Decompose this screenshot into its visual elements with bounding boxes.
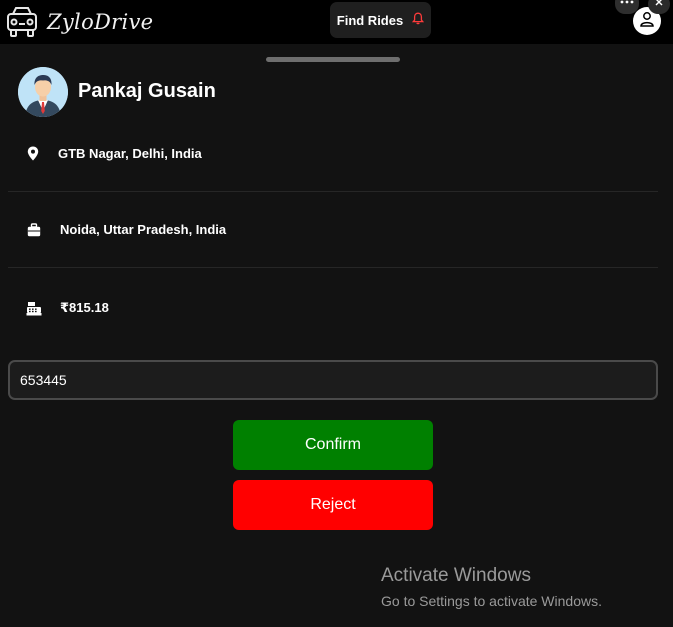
close-icon xyxy=(655,0,663,11)
drop-row: Noida, Uttar Pradesh, India xyxy=(8,192,658,268)
find-rides-button[interactable]: Find Rides xyxy=(330,2,431,38)
watermark-title: Activate Windows xyxy=(381,565,531,586)
car-front-icon xyxy=(5,5,39,39)
rider-name: Pankaj Gusain xyxy=(78,80,216,102)
fare-row: ₹815.18 xyxy=(8,270,658,346)
top-navbar: ZyloDrive Find Rides xyxy=(0,0,673,44)
user-icon xyxy=(639,11,655,32)
location-pin-icon xyxy=(8,146,58,161)
briefcase-icon xyxy=(8,222,60,237)
rider-avatar xyxy=(18,67,68,117)
close-button[interactable] xyxy=(648,0,670,14)
activate-windows-watermark: Activate Windows Go to Settings to activ… xyxy=(381,565,602,609)
cash-register-icon xyxy=(8,301,60,316)
find-rides-label: Find Rides xyxy=(336,12,404,28)
fare-amount: ₹815.18 xyxy=(60,300,109,315)
bell-icon xyxy=(412,12,425,28)
otp-input[interactable] xyxy=(8,360,658,400)
watermark-subtitle: Go to Settings to activate Windows. xyxy=(381,593,602,609)
more-dots-icon xyxy=(620,0,634,9)
sheet-drag-handle[interactable] xyxy=(266,57,400,62)
pickup-row: GTB Nagar, Delhi, India xyxy=(8,116,658,192)
pickup-location: GTB Nagar, Delhi, India xyxy=(58,146,202,161)
drop-location: Noida, Uttar Pradesh, India xyxy=(60,222,227,237)
app-logo[interactable]: ZyloDrive xyxy=(5,5,153,39)
reject-button[interactable]: Reject xyxy=(233,480,433,530)
brand-name: ZyloDrive xyxy=(47,10,154,34)
confirm-button[interactable]: Confirm xyxy=(233,420,433,470)
